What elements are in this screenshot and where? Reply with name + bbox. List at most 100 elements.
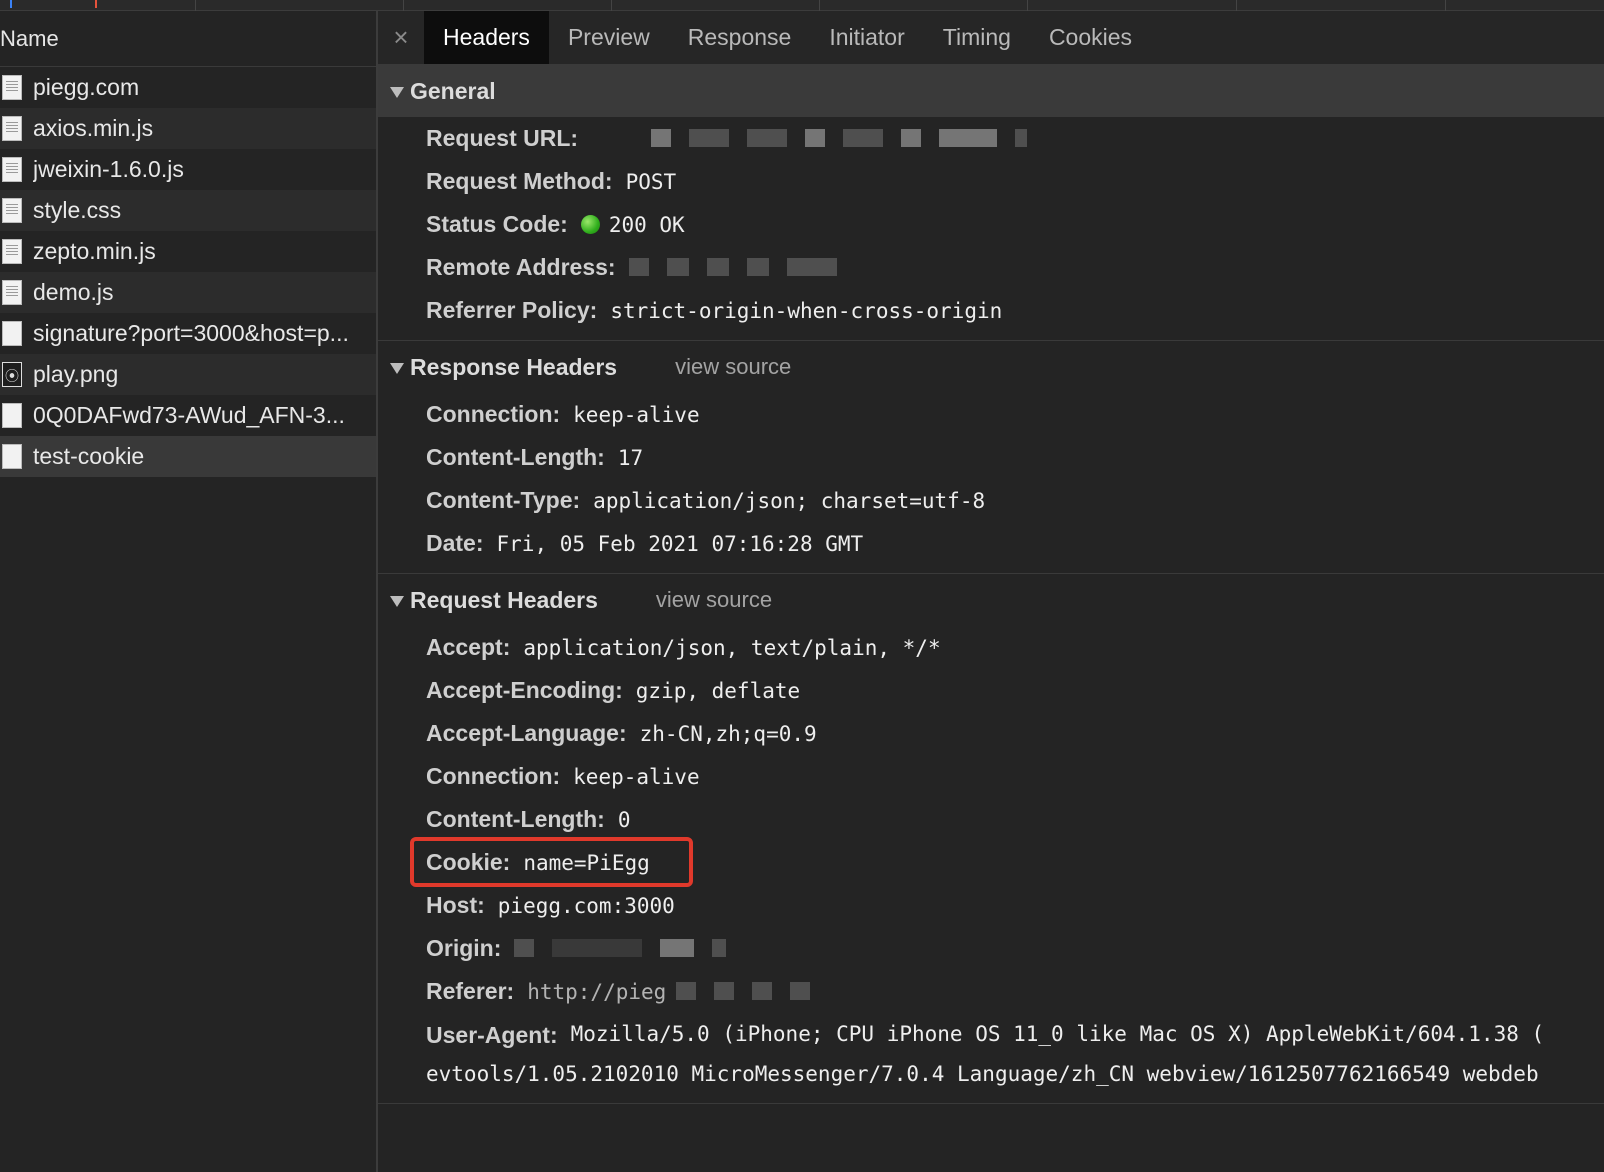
request-detail-panel: × Headers Preview Response Initiator Tim… (378, 11, 1604, 1172)
header-row: Host: piegg.com:3000 (378, 884, 1604, 927)
redacted-value (651, 129, 1045, 148)
request-row[interactable]: style.css (0, 190, 376, 231)
request-name: zepto.min.js (33, 238, 156, 264)
header-key: Accept-Language: (426, 720, 627, 746)
tab-response[interactable]: Response (669, 11, 811, 64)
request-row[interactable]: demo.js (0, 272, 376, 313)
request-name: demo.js (33, 279, 114, 305)
network-timeline-overview[interactable] (0, 0, 1604, 11)
header-value: keep-alive (573, 764, 700, 789)
referrer-policy-label: Referrer Policy: (426, 297, 598, 323)
tab-initiator[interactable]: Initiator (810, 11, 923, 64)
timeline-tick (611, 0, 612, 11)
header-key: Date: (426, 530, 484, 556)
header-key: Content-Length: (426, 444, 605, 470)
user-agent-continuation-row: evtools/1.05.2102010 MicroMessenger/7.0.… (378, 1052, 1604, 1095)
tab-cookies[interactable]: Cookies (1030, 11, 1151, 64)
user-agent-line: Mozilla/5.0 (iPhone; CPU iPhone OS 11_0 … (570, 1022, 1545, 1046)
request-name: 0Q0DAFwd73-AWud_AFN-3... (33, 402, 345, 428)
header-row: Accept-Language: zh-CN,zh;q=0.9 (378, 712, 1604, 755)
tab-headers[interactable]: Headers (424, 11, 549, 64)
request-headers-title: Request Headers (410, 586, 598, 613)
header-row: Origin: (378, 927, 1604, 970)
request-row[interactable]: signature?port=3000&host=p... (0, 313, 376, 354)
request-row[interactable]: play.png (0, 354, 376, 395)
header-value: application/json, text/plain, */* (523, 635, 941, 660)
request-row[interactable]: axios.min.js (0, 108, 376, 149)
referrer-policy-value: strict-origin-when-cross-origin (610, 298, 1003, 323)
header-row: Connection: keep-alive (378, 755, 1604, 798)
request-name: style.css (33, 197, 122, 223)
script-file-icon (2, 280, 22, 305)
timeline-tick (1027, 0, 1028, 11)
load-event-marker (95, 0, 97, 8)
name-column-label: Name (0, 25, 59, 51)
dom-content-loaded-marker (10, 0, 12, 8)
response-headers-title: Response Headers (410, 353, 618, 380)
header-value: 0 (617, 807, 631, 832)
view-source-link[interactable]: view source (675, 354, 791, 380)
script-file-icon (2, 239, 22, 264)
detail-tabbar: × Headers Preview Response Initiator Tim… (378, 11, 1604, 65)
name-column-header[interactable]: Name (0, 11, 376, 67)
header-row: Referer: http://pieg (378, 970, 1604, 1013)
script-file-icon (2, 157, 22, 182)
user-agent-value: Mozilla/5.0 (iPhone; CPU iPhone OS 11_0 … (571, 1022, 1545, 1046)
response-headers-section-header[interactable]: Response Headers view source (378, 341, 1604, 393)
close-icon[interactable]: × (378, 11, 424, 64)
request-method-value: POST (625, 169, 677, 194)
header-row: Content-Length: 0 (378, 798, 1604, 841)
request-name: play.png (33, 361, 119, 387)
header-key: Connection: (426, 401, 561, 427)
view-source-link[interactable]: view source (656, 587, 772, 613)
request-url-label: Request URL: (426, 125, 579, 151)
header-value: gzip, deflate (635, 678, 801, 703)
request-row[interactable]: jweixin-1.6.0.js (0, 149, 376, 190)
header-value: 17 (617, 445, 644, 470)
header-value: http://pieg (527, 979, 667, 1004)
referrer-policy-row: Referrer Policy: strict-origin-when-cros… (378, 289, 1604, 332)
timeline-tick (1236, 0, 1237, 11)
remote-address-label: Remote Address: (426, 254, 616, 280)
tab-preview[interactable]: Preview (549, 11, 669, 64)
general-section: General Request URL: Request Method: POS… (378, 65, 1604, 341)
blank-file-icon (2, 444, 22, 469)
tab-timing[interactable]: Timing (924, 11, 1030, 64)
header-row: Date: Fri, 05 Feb 2021 07:16:28 GMT (378, 522, 1604, 565)
header-row: Accept-Encoding: gzip, deflate (378, 669, 1604, 712)
request-row[interactable]: 0Q0DAFwd73-AWud_AFN-3... (0, 395, 376, 436)
request-headers-section-header[interactable]: Request Headers view source (378, 574, 1604, 626)
request-url-row: Request URL: (378, 117, 1604, 160)
request-list: piegg.com axios.min.js jweixin-1.6.0.js … (0, 67, 376, 477)
request-row-selected[interactable]: test-cookie (0, 436, 376, 477)
timeline-tick (1445, 0, 1446, 11)
triangle-down-icon (390, 595, 404, 607)
header-key: User-Agent: (426, 1022, 558, 1048)
request-row[interactable]: piegg.com (0, 67, 376, 108)
header-key: Origin: (426, 935, 502, 961)
header-key: Content-Length: (426, 806, 605, 832)
request-row[interactable]: zepto.min.js (0, 231, 376, 272)
header-value: Fri, 05 Feb 2021 07:16:28 GMT (496, 531, 864, 556)
remote-address-row: Remote Address: (378, 246, 1604, 289)
timeline-tick (195, 0, 196, 11)
status-ok-icon (580, 215, 600, 234)
document-icon (2, 75, 22, 100)
header-key: Accept: (426, 634, 511, 660)
blank-file-icon (2, 403, 22, 428)
header-value: keep-alive (573, 402, 700, 427)
triangle-down-icon (390, 362, 404, 374)
header-value: name=PiEgg (523, 850, 650, 875)
request-name: signature?port=3000&host=p... (33, 320, 349, 346)
header-value: piegg.com:3000 (497, 893, 675, 918)
header-key: Host: (426, 892, 485, 918)
header-row: Content-Length: 17 (378, 436, 1604, 479)
header-value: application/json; charset=utf-8 (593, 488, 986, 513)
cookie-header-row: Cookie: name=PiEgg (378, 837, 1604, 887)
header-key: Content-Type: (426, 487, 581, 513)
header-key: Accept-Encoding: (426, 677, 623, 703)
timeline-tick (819, 0, 820, 11)
general-section-header[interactable]: General (378, 65, 1604, 117)
header-row: Connection: keep-alive (378, 393, 1604, 436)
header-key: Connection: (426, 763, 561, 789)
